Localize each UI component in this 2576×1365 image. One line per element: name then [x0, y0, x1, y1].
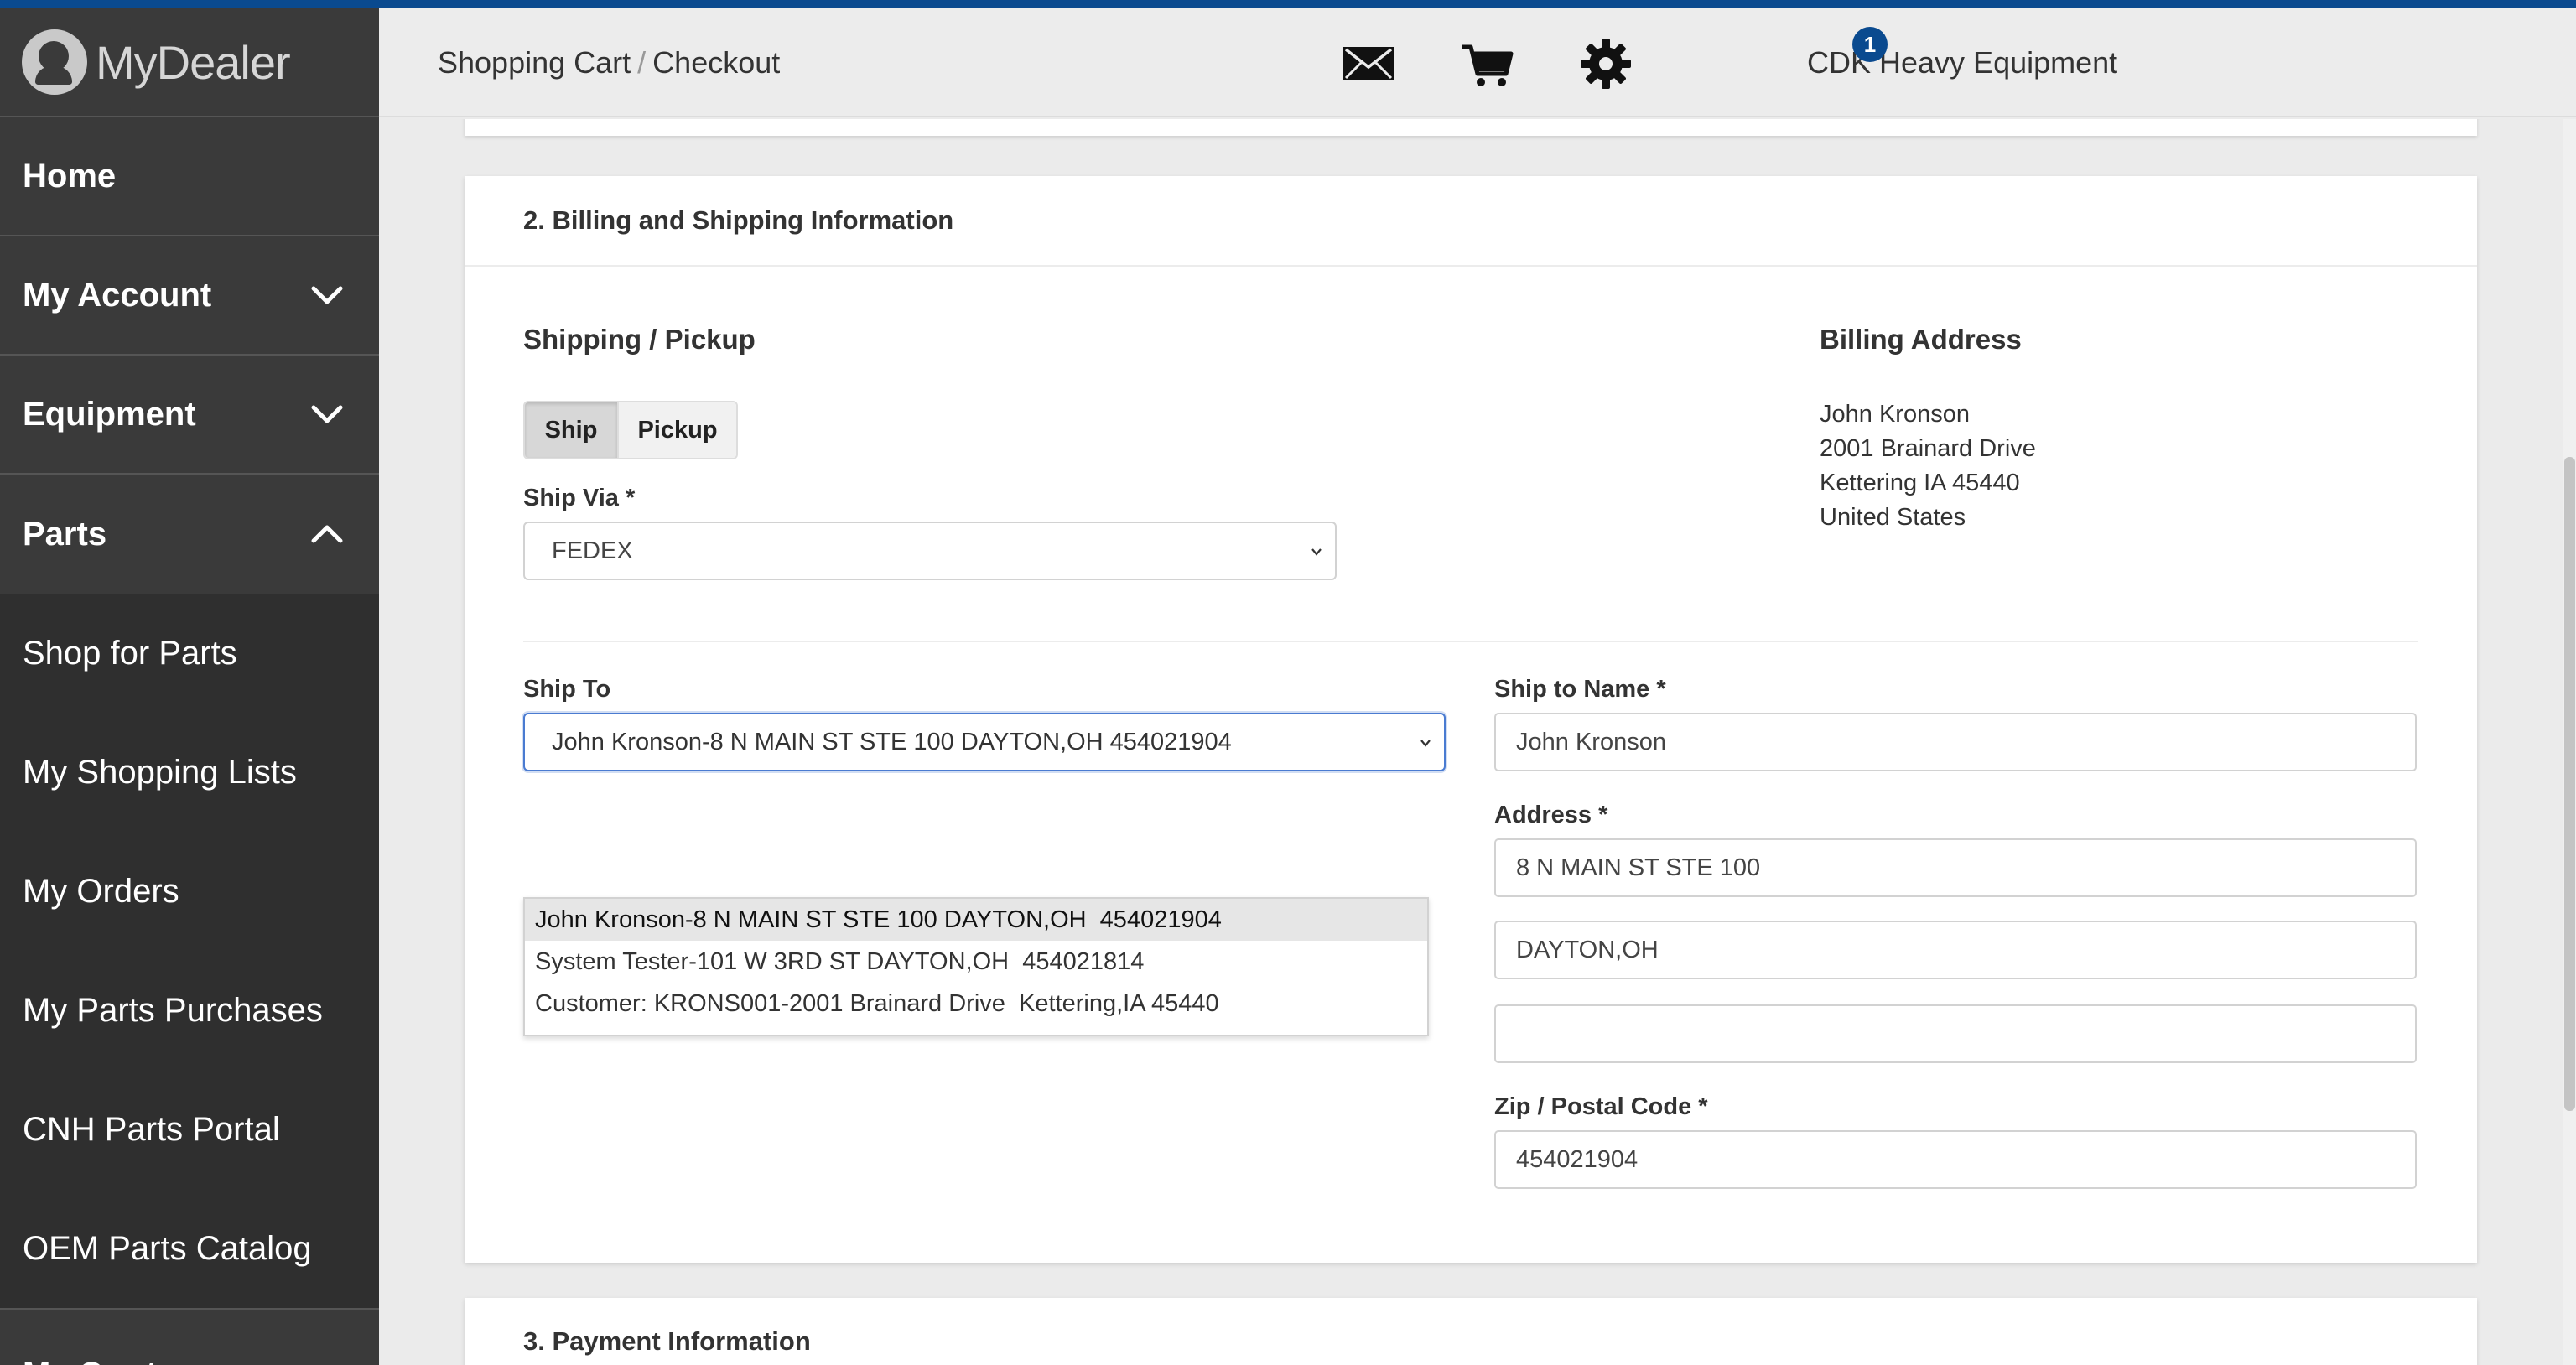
sidebar-subitem-oem-parts-catalog[interactable]: OEM Parts Catalog [0, 1189, 379, 1308]
gear-icon[interactable] [1576, 34, 1636, 94]
ship-to-name-input[interactable]: John Kronson [1494, 713, 2417, 771]
address-line3-input[interactable] [1494, 1004, 2417, 1063]
chevron-down-icon [1420, 740, 1431, 747]
sidebar-subitem-label: My Parts Purchases [23, 991, 323, 1029]
cart-icon[interactable] [1457, 34, 1518, 94]
shipping-heading: Shipping / Pickup [523, 324, 756, 355]
chevron-down-icon [1311, 548, 1322, 556]
address-line1-input[interactable]: 8 N MAIN ST STE 100 [1494, 838, 2417, 897]
chevron-down-icon [309, 277, 345, 314]
sidebar-item-label: Home [23, 157, 117, 195]
ship-via-value: FEDEX [552, 537, 633, 564]
billing-address-line: 2001 Brainard Drive [1820, 435, 2036, 462]
mail-icon[interactable] [1338, 34, 1399, 94]
address-label: Address * [1494, 802, 1608, 828]
section-title: 2. Billing and Shipping Information [465, 176, 2477, 267]
sidebar-item-label: My Account [23, 276, 212, 314]
chevron-up-icon [309, 516, 345, 553]
sidebar-subitem-my-orders[interactable]: My Orders [0, 832, 379, 951]
breadcrumb-checkout: Checkout [652, 45, 781, 80]
payment-card: 3. Payment Information [465, 1298, 2477, 1365]
sidebar-subitem-label: My Orders [23, 872, 179, 910]
ship-to-dropdown: John Kronson-8 N MAIN ST STE 100 DAYTON,… [523, 897, 1429, 1036]
billing-address-line: John Kronson [1820, 401, 1970, 428]
sidebar-item-label: Equipment [23, 395, 196, 433]
section-divider [523, 641, 2418, 642]
scrollbar-thumb[interactable] [2564, 457, 2575, 1111]
ship-via-select[interactable]: FEDEX [523, 522, 1337, 580]
sidebar-subitem-label: Shop for Parts [23, 634, 237, 672]
sidebar-subitem-my-shopping-lists[interactable]: My Shopping Lists [0, 713, 379, 832]
address-line1-value: 8 N MAIN ST STE 100 [1516, 854, 1761, 881]
ship-to-value: John Kronson-8 N MAIN ST STE 100 DAYTON,… [552, 728, 1232, 755]
breadcrumb-separator: / [637, 45, 647, 80]
billing-address: John Kronson 2001 Brainard Drive Ketteri… [1820, 397, 2036, 535]
dealer-logo-icon [22, 29, 87, 95]
ship-to-select[interactable]: John Kronson-8 N MAIN ST STE 100 DAYTON,… [523, 713, 1446, 771]
order-review-card [465, 119, 2477, 136]
sidebar-subitem-label: OEM Parts Catalog [23, 1229, 312, 1267]
page-header: Shopping Cart / Checkout CDK Heavy Equipme… [379, 8, 2576, 117]
ship-to-name-label: Ship to Name * [1494, 676, 1666, 703]
logo-text: MyDealer [96, 35, 291, 89]
sidebar: MyDealer Home My Account Equipment Parts… [0, 8, 379, 1365]
sidebar-subitem-label: CNH Parts Portal [23, 1110, 280, 1148]
ship-to-option[interactable]: Customer: KRONS001-2001 Brainard Drive K… [525, 983, 1427, 1025]
address-line2-input[interactable]: DAYTON,OH [1494, 921, 2417, 979]
sidebar-subitem-cnh-parts-portal[interactable]: CNH Parts Portal [0, 1070, 379, 1189]
sidebar-item-label: Parts [23, 515, 107, 553]
billing-address-line: Kettering IA 45440 [1820, 470, 2020, 496]
ship-to-option[interactable]: System Tester-101 W 3RD ST DAYTON,OH 454… [525, 941, 1427, 983]
ship-pickup-toggle: Ship Pickup [523, 401, 738, 459]
ship-to-label: Ship To [523, 676, 611, 703]
ship-via-label: Ship Via * [523, 485, 636, 511]
ship-to-option[interactable]: John Kronson-8 N MAIN ST STE 100 DAYTON,… [525, 899, 1427, 941]
address-line2-value: DAYTON,OH [1516, 936, 1659, 963]
cart-count-badge: 1 [1852, 27, 1888, 62]
sidebar-item-equipment[interactable]: Equipment [0, 356, 379, 475]
sidebar-item-my-quotes[interactable]: My Quotes [0, 1308, 379, 1365]
billing-shipping-card: 2. Billing and Shipping Information Ship… [465, 176, 2477, 1263]
billing-heading: Billing Address [1820, 324, 2022, 355]
ship-to-name-value: John Kronson [1516, 728, 1666, 755]
zip-input[interactable]: 454021904 [1494, 1130, 2417, 1189]
sidebar-subitem-label: My Shopping Lists [23, 753, 297, 791]
zip-label: Zip / Postal Code * [1494, 1093, 1708, 1120]
breadcrumb-shopping-cart[interactable]: Shopping Cart [438, 45, 631, 80]
ship-button[interactable]: Ship [525, 402, 617, 458]
section-title: 3. Payment Information [523, 1326, 811, 1356]
sidebar-item-home[interactable]: Home [0, 117, 379, 236]
sidebar-item-parts[interactable]: Parts [0, 475, 379, 594]
top-accent-bar [0, 0, 2576, 8]
sidebar-subitem-my-parts-purchases[interactable]: My Parts Purchases [0, 951, 379, 1070]
logo[interactable]: MyDealer [0, 8, 379, 117]
sidebar-item-label: My Quotes [23, 1356, 194, 1365]
zip-value: 454021904 [1516, 1145, 1639, 1173]
main-content: 2. Billing and Shipping Information Ship… [379, 119, 2563, 1365]
billing-address-line: United States [1820, 504, 1966, 531]
sidebar-item-my-account[interactable]: My Account [0, 236, 379, 356]
breadcrumb: Shopping Cart / Checkout [438, 45, 780, 80]
pickup-button[interactable]: Pickup [617, 402, 736, 458]
sidebar-subitem-shop-for-parts[interactable]: Shop for Parts [0, 594, 379, 713]
chevron-down-icon [309, 396, 345, 433]
